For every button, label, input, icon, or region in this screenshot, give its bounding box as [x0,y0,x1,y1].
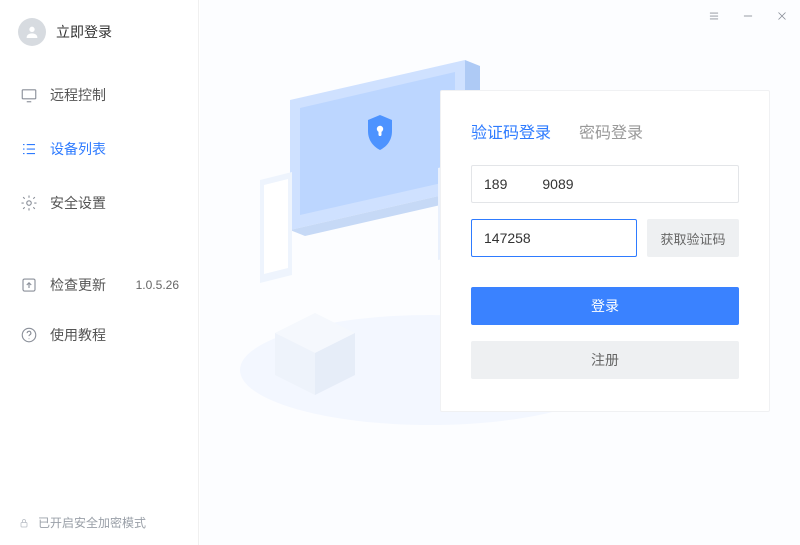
menu-button[interactable] [706,8,722,24]
user-icon [24,24,40,40]
login-tabs: 验证码登录 密码登录 [471,119,739,143]
main-area: 验证码登录 密码登录 获取验证码 登录 注册 [200,0,800,545]
lock-icon [18,517,30,529]
aux-label: 使用教程 [50,325,106,345]
gear-icon [20,194,38,212]
close-button[interactable] [774,8,790,24]
register-button[interactable]: 注册 [471,341,739,379]
help-icon [20,326,38,344]
minimize-button[interactable] [740,8,756,24]
nav-remote-control[interactable]: 远程控制 [0,68,199,122]
list-icon [20,140,38,158]
secure-mode-footer: 已开启安全加密模式 [0,500,199,545]
aux-tutorial[interactable]: 使用教程 [0,310,199,360]
close-icon [775,9,789,23]
aux-label: 检查更新 [50,275,106,295]
secure-mode-label: 已开启安全加密模式 [38,514,146,531]
aux-check-update[interactable]: 检查更新 1.0.5.26 [0,260,199,310]
nav-label: 远程控制 [50,85,106,105]
sidebar: 立即登录 远程控制 设备列表 安全设置 检查更新 [0,0,200,545]
monitor-icon [20,86,38,104]
phone-input[interactable] [471,165,739,203]
get-code-button[interactable]: 获取验证码 [647,219,739,257]
code-input[interactable] [471,219,637,257]
nav-security-settings[interactable]: 安全设置 [0,176,199,230]
tab-password-login[interactable]: 密码登录 [579,119,643,143]
minimize-icon [741,9,755,23]
login-button[interactable]: 登录 [471,287,739,325]
profile-area[interactable]: 立即登录 [0,0,199,68]
nav-device-list[interactable]: 设备列表 [0,122,199,176]
upload-icon [20,276,38,294]
menu-icon [707,9,721,23]
avatar [18,18,46,46]
version-label: 1.0.5.26 [136,278,179,292]
login-card: 验证码登录 密码登录 获取验证码 登录 注册 [440,90,770,412]
window-controls [706,8,790,24]
nav-label: 安全设置 [50,193,106,213]
nav: 远程控制 设备列表 安全设置 [0,68,199,230]
nav-label: 设备列表 [50,139,106,159]
login-now-label: 立即登录 [56,22,112,42]
tab-code-login[interactable]: 验证码登录 [471,119,551,143]
aux-nav: 检查更新 1.0.5.26 使用教程 [0,260,199,360]
